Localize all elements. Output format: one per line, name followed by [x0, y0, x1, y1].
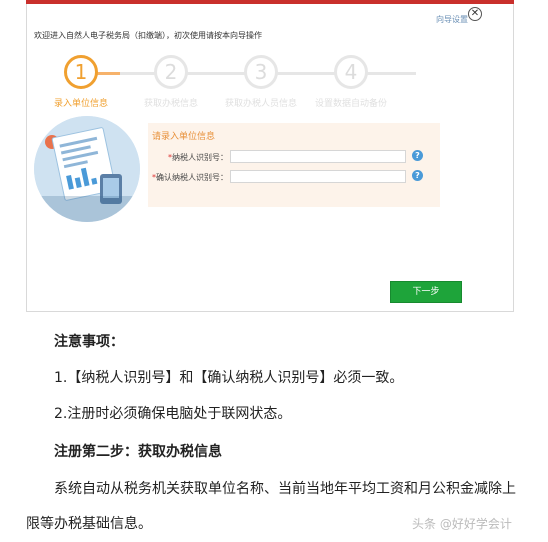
note-2: 2.注册时必须确保电脑处于联网状态。 — [54, 406, 292, 422]
welcome-text: 欢迎进入自然人电子税务局（扣缴端），初次使用请按本向导操作 — [34, 31, 262, 40]
step-1: 1 录入单位信息 — [36, 54, 126, 109]
help-icon[interactable]: ? — [412, 170, 423, 181]
taxpayer-id-row: *纳税人识别号： ? — [148, 150, 440, 166]
confirm-taxpayer-id-row: *确认纳税人识别号： ? — [148, 170, 440, 186]
step-4-circle: 4 — [334, 55, 368, 89]
taxpayer-id-label-text: 纳税人识别号： — [172, 153, 228, 162]
notes-heading: 注意事项： — [54, 334, 124, 350]
document-illustration-svg — [34, 116, 140, 222]
step-4: 4 设置数据自动备份 — [306, 54, 396, 109]
step-1-label: 录入单位信息 — [53, 99, 108, 109]
close-icon[interactable]: ✕ — [468, 7, 482, 21]
confirm-taxpayer-id-label-text: 确认纳税人识别号： — [156, 173, 228, 182]
step-2-label: 获取办税信息 — [143, 99, 198, 109]
step-1-circle: 1 — [64, 55, 98, 89]
confirm-taxpayer-id-label: *确认纳税人识别号： — [152, 172, 228, 183]
unit-info-form: 请录入单位信息 *纳税人识别号： ? *确认纳税人识别号： ? — [148, 123, 440, 207]
step-3: 3 获取办税人员信息 — [216, 54, 306, 109]
watermark: 头条 @好好学会计 — [412, 517, 512, 531]
help-icon[interactable]: ? — [412, 150, 423, 161]
paragraph-line-2: 限等办税基础信息。 — [26, 516, 152, 532]
step2-heading: 注册第二步：获取办税信息 — [54, 444, 222, 460]
document-illustration-icon — [34, 116, 140, 222]
step-progress: 1 录入单位信息 2 获取办税信息 3 获取办税人员信息 4 设置数据自动备份 — [54, 54, 418, 114]
step-2-circle: 2 — [154, 55, 188, 89]
step-3-circle: 3 — [244, 55, 278, 89]
paragraph-line-1: 系统自动从税务机关获取单位名称、当前当地年平均工资和月公积金减除上 — [54, 481, 516, 497]
step-4-label: 设置数据自动备份 — [314, 99, 387, 109]
step-3-label: 获取办税人员信息 — [224, 99, 297, 109]
confirm-taxpayer-id-input[interactable] — [230, 170, 406, 183]
wizard-settings-link[interactable]: 向导设置 — [436, 14, 468, 25]
next-step-button[interactable]: 下一步 — [390, 281, 462, 303]
taxpayer-id-input[interactable] — [230, 150, 406, 163]
step-2: 2 获取办税信息 — [126, 54, 216, 109]
form-title: 请录入单位信息 — [152, 132, 216, 142]
taxpayer-id-label: *纳税人识别号： — [168, 152, 228, 163]
note-1: 1.【纳税人识别号】和【确认纳税人识别号】必须一致。 — [54, 370, 404, 386]
